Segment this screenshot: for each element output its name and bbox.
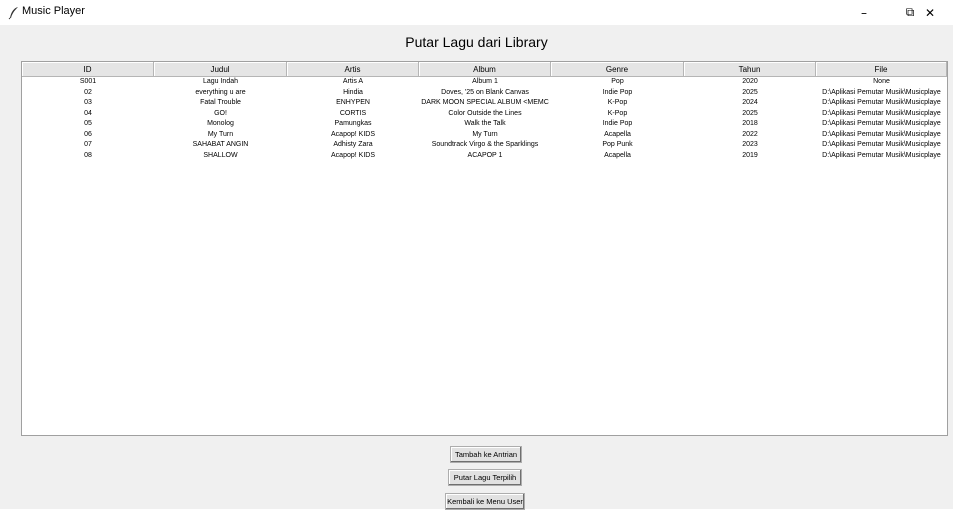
cell-id: 06 xyxy=(84,130,92,138)
cell-file: D:\Aplikasi Pemutar Musik\Musicplaye xyxy=(822,120,941,127)
table-row[interactable]: 07 SAHABAT ANGIN Adhisty Zara Soundtrack… xyxy=(22,140,947,151)
cell-id: S001 xyxy=(79,78,97,85)
table-row[interactable]: 04 GO! CORTIS Color Outside the Lines K-… xyxy=(22,109,947,120)
cell-album: Color Outside the Lines xyxy=(448,109,522,117)
cell-artis: Hindia xyxy=(343,88,363,96)
cell-judul: My Turn xyxy=(207,130,234,138)
cell-artis: Artis A xyxy=(342,78,364,85)
cell-artis: Acapop! KIDS xyxy=(331,130,375,138)
cell-genre: Pop xyxy=(611,78,624,85)
cell-genre: Acapella xyxy=(604,130,631,138)
cell-genre: K-Pop xyxy=(607,99,628,106)
cell-tahun: 2025 xyxy=(742,109,758,117)
cell-file: None xyxy=(873,78,890,85)
cell-file: D:\Aplikasi Pemutar Musik\Musicplaye xyxy=(822,130,941,138)
cell-artis: CORTIS xyxy=(339,109,367,117)
cell-tahun: 2024 xyxy=(742,99,758,106)
cell-album: My Turn xyxy=(472,130,498,138)
cell-file: D:\Aplikasi Pemutar Musik\Musicplaye xyxy=(822,88,941,96)
play-selected-button[interactable]: Putar Lagu Terpilih xyxy=(448,469,522,486)
cell-id: 05 xyxy=(84,120,92,127)
minimize-button[interactable]: – xyxy=(841,0,887,25)
table-row[interactable]: 02 everything u are Hindia Doves, '25 on… xyxy=(22,88,947,99)
music-player-window: Music Player – ⧉ ✕ Putar Lagu dari Libra… xyxy=(0,0,953,510)
table-row[interactable]: 08 SHALLOW Acapop! KIDS ACAPOP 1 Acapell… xyxy=(22,151,947,162)
cell-genre: K-Pop xyxy=(607,109,628,117)
cell-genre: Pop Punk xyxy=(602,141,633,148)
cell-judul: SHALLOW xyxy=(203,151,238,159)
feather-icon xyxy=(8,5,20,20)
table-header: ID Judul Artis Album Genre Tahun File xyxy=(22,62,947,77)
cell-album: ACAPOP 1 xyxy=(467,151,503,159)
cell-judul: SAHABAT ANGIN xyxy=(192,141,249,148)
cell-id: 08 xyxy=(84,151,92,159)
cell-id: 07 xyxy=(84,141,92,148)
cell-judul: Lagu Indah xyxy=(202,78,239,85)
cell-album: DARK MOON SPECIAL ALBUM <MEMC xyxy=(421,99,549,106)
table-body: S001 Lagu Indah Artis A Album 1 Pop 2020… xyxy=(22,77,947,161)
window-title: Music Player xyxy=(22,5,85,17)
cell-artis: ENHYPEN xyxy=(336,99,370,106)
cell-tahun: 2018 xyxy=(742,120,758,127)
column-header-id[interactable]: ID xyxy=(22,62,154,77)
cell-judul: Monolog xyxy=(207,120,234,127)
close-button[interactable]: ✕ xyxy=(907,0,953,25)
table-row[interactable]: 06 My Turn Acapop! KIDS My Turn Acapella… xyxy=(22,130,947,141)
title-bar: Music Player – ⧉ ✕ xyxy=(0,0,953,25)
cell-judul: GO! xyxy=(214,109,227,117)
column-header-genre[interactable]: Genre xyxy=(551,62,684,77)
page-title: Putar Lagu dari Library xyxy=(405,34,548,50)
back-to-user-menu-button[interactable]: Kembali ke Menu User xyxy=(445,493,525,510)
cell-genre: Indie Pop xyxy=(602,120,633,127)
table-row[interactable]: 03 Fatal Trouble ENHYPEN DARK MOON SPECI… xyxy=(22,98,947,109)
cell-file: D:\Aplikasi Pemutar Musik\Musicplaye xyxy=(822,99,941,106)
column-header-judul[interactable]: Judul xyxy=(154,62,287,77)
cell-judul: everything u are xyxy=(195,88,246,96)
cell-tahun: 2025 xyxy=(742,88,758,96)
library-table[interactable]: ID Judul Artis Album Genre Tahun File S0… xyxy=(21,61,948,436)
cell-artis: Pamungkas xyxy=(334,120,372,127)
cell-genre: Acapella xyxy=(604,151,631,159)
table-row[interactable]: 05 Monolog Pamungkas Walk the Talk Indie… xyxy=(22,119,947,130)
cell-id: 03 xyxy=(84,99,92,106)
cell-id: 02 xyxy=(84,88,92,96)
cell-file: D:\Aplikasi Pemutar Musik\Musicplaye xyxy=(822,151,941,159)
cell-id: 04 xyxy=(84,109,92,117)
cell-artis: Acapop! KIDS xyxy=(331,151,375,159)
column-header-file[interactable]: File xyxy=(816,62,947,77)
cell-album: Album 1 xyxy=(472,78,498,85)
cell-album: Doves, '25 on Blank Canvas xyxy=(441,88,529,96)
cell-file: D:\Aplikasi Pemutar Musik\Musicplaye xyxy=(822,109,941,117)
cell-album: Walk the Talk xyxy=(464,120,506,127)
table-row[interactable]: S001 Lagu Indah Artis A Album 1 Pop 2020… xyxy=(22,77,947,88)
cell-tahun: 2023 xyxy=(742,141,758,148)
cell-tahun: 2020 xyxy=(742,78,758,85)
column-header-tahun[interactable]: Tahun xyxy=(684,62,816,77)
column-header-artis[interactable]: Artis xyxy=(287,62,419,77)
cell-genre: Indie Pop xyxy=(602,88,633,96)
cell-judul: Fatal Trouble xyxy=(200,99,241,106)
cell-tahun: 2019 xyxy=(742,151,758,159)
cell-tahun: 2022 xyxy=(742,130,758,138)
column-header-album[interactable]: Album xyxy=(419,62,551,77)
cell-file: D:\Aplikasi Pemutar Musik\Musicplaye xyxy=(822,141,941,148)
add-to-queue-button[interactable]: Tambah ke Antrian xyxy=(450,446,522,463)
cell-artis: Adhisty Zara xyxy=(333,141,373,148)
cell-album: Soundtrack Virgo & the Sparklings xyxy=(431,141,539,148)
